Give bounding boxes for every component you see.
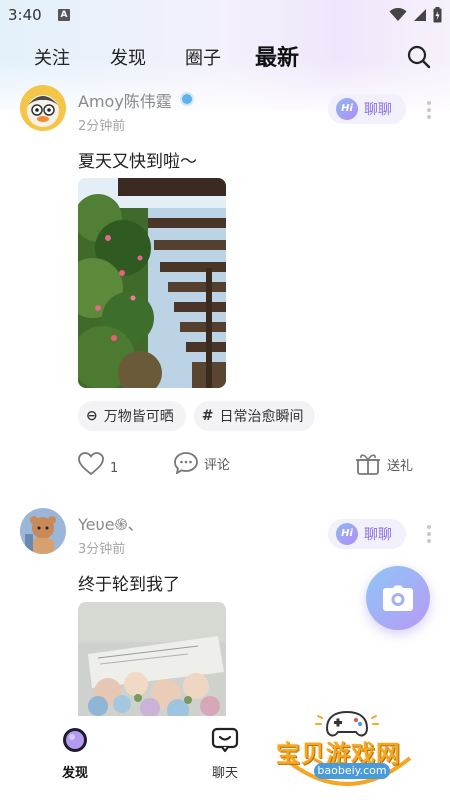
watermark-logo: 宝贝游戏网 baobeiy.com xyxy=(272,706,422,796)
chat-button[interactable]: Hi 聊聊 xyxy=(328,94,406,124)
comment-label: 评论 xyxy=(204,457,231,473)
tab-follow[interactable]: 关注 xyxy=(34,44,70,70)
status-icons xyxy=(389,7,442,23)
comment-icon xyxy=(174,452,198,474)
nav-discover-label: 发现 xyxy=(61,766,88,781)
topic-icon: ⊖ xyxy=(86,408,98,424)
nav-chat-label: 聊天 xyxy=(211,766,238,781)
chat-bubble-icon xyxy=(211,727,239,753)
camera-button[interactable] xyxy=(366,566,430,630)
notification-icon: A xyxy=(58,9,70,21)
gift-label: 送礼 xyxy=(387,458,414,474)
status-time: 3:40 xyxy=(8,6,42,24)
avatar[interactable] xyxy=(20,508,66,554)
more-options-icon[interactable] xyxy=(424,523,434,545)
post-actions: 1 评论 送礼 xyxy=(0,448,450,482)
camera-icon xyxy=(383,585,413,611)
nav-discover[interactable]: 发现 xyxy=(45,726,105,781)
verified-badge-icon xyxy=(180,92,194,106)
post-text: 终于轮到我了 xyxy=(78,575,180,595)
like-button[interactable]: 1 xyxy=(78,452,118,476)
top-tab-bar: 关注 发现 圈子 最新 xyxy=(0,38,450,74)
post-photo[interactable] xyxy=(78,602,226,716)
hashtag-icon: # xyxy=(201,408,214,424)
post-time: 3分钟前 xyxy=(78,542,126,557)
tag-chip[interactable]: ⊖ 万物皆可晒 xyxy=(78,401,186,431)
post-photo[interactable] xyxy=(78,178,226,388)
chat-button-label: 聊聊 xyxy=(364,102,392,118)
tab-discover[interactable]: 发现 xyxy=(110,44,146,70)
avatar[interactable] xyxy=(20,85,66,131)
chat-button-label: 聊聊 xyxy=(364,527,392,543)
post-text: 夏天又快到啦～ xyxy=(78,152,197,172)
gift-icon xyxy=(356,454,380,475)
tab-circle[interactable]: 圈子 xyxy=(185,44,221,70)
tag-chip[interactable]: # 日常治愈瞬间 xyxy=(193,401,316,431)
chat-button[interactable]: Hi 聊聊 xyxy=(328,519,406,549)
tag-label: 万物皆可晒 xyxy=(103,409,174,425)
username[interactable]: Yeυe֍、 xyxy=(78,511,144,535)
battery-icon xyxy=(433,7,442,23)
tag-list: ⊖ 万物皆可晒 # 日常治愈瞬间 xyxy=(78,401,316,431)
comment-button[interactable]: 评论 xyxy=(174,452,230,474)
watermark-url: baobeiy.com xyxy=(314,763,390,779)
hi-badge-icon: Hi xyxy=(336,98,358,120)
heart-icon xyxy=(78,452,104,476)
tab-latest[interactable]: 最新 xyxy=(255,40,299,72)
signal-icon xyxy=(414,9,426,21)
planet-icon xyxy=(63,728,87,752)
hi-badge-icon: Hi xyxy=(336,523,358,545)
gift-button[interactable]: 送礼 xyxy=(355,452,413,476)
status-bar: 3:40 A xyxy=(0,0,450,30)
username[interactable]: Amoy陈伟霆 xyxy=(78,88,172,112)
tag-label: 日常治愈瞬间 xyxy=(219,409,304,425)
search-icon[interactable] xyxy=(406,44,432,70)
nav-chat[interactable]: 聊天 xyxy=(195,726,255,781)
more-options-icon[interactable] xyxy=(424,99,434,121)
wifi-icon xyxy=(389,8,407,21)
post-time: 2分钟前 xyxy=(78,119,126,134)
like-count: 1 xyxy=(110,460,119,476)
